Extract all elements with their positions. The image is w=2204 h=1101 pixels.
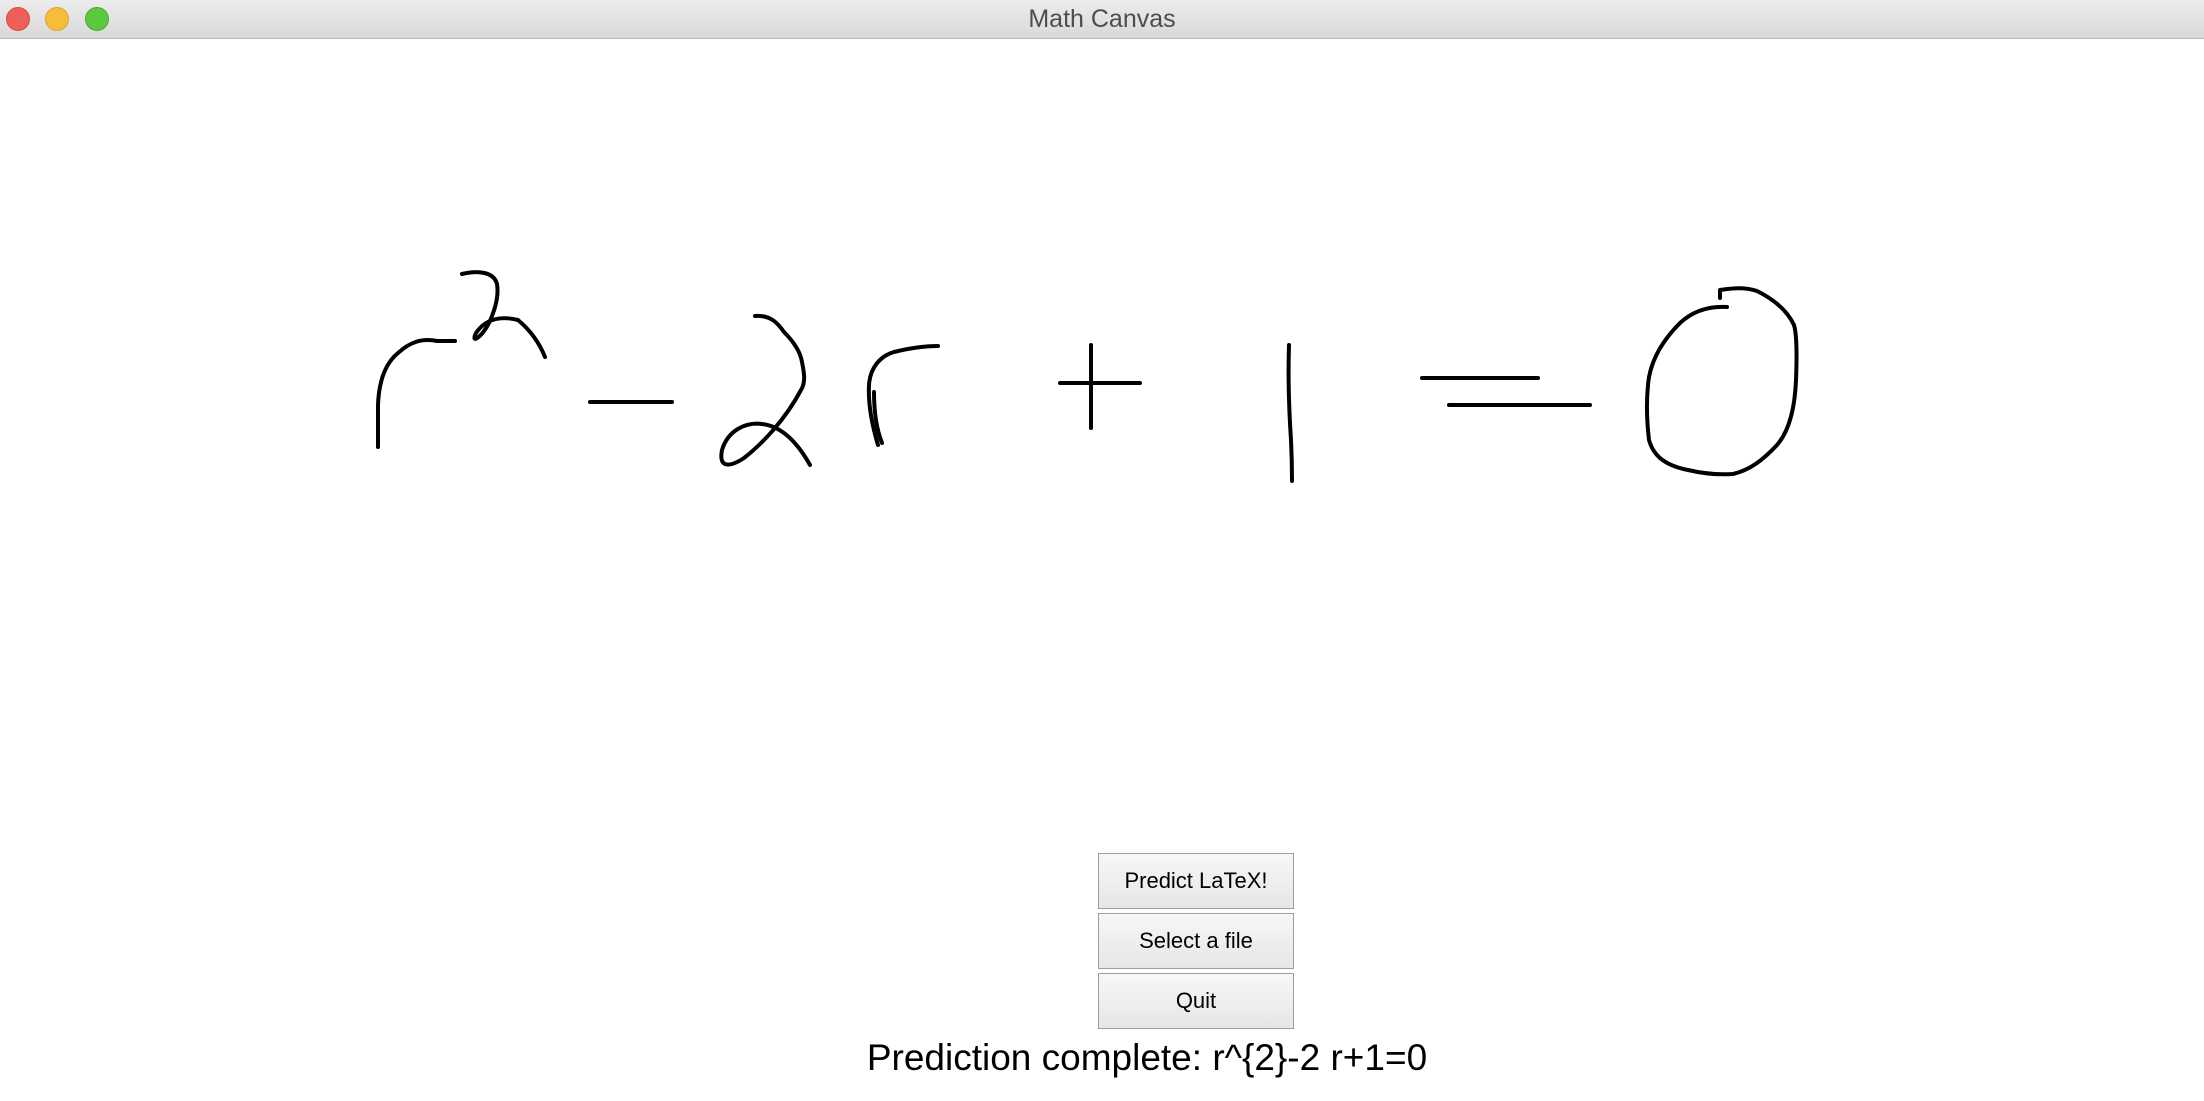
stroke-zero <box>1644 286 1799 477</box>
handwriting-strokes <box>376 270 1799 483</box>
stroke-r-1 <box>376 338 457 449</box>
stroke-two <box>719 313 812 467</box>
stroke-one <box>1286 343 1294 483</box>
predict-latex-button[interactable]: Predict LaTeX! <box>1098 853 1294 909</box>
window-title: Math Canvas <box>1028 5 1176 33</box>
stroke-superscript-2 <box>460 270 547 359</box>
app-window: Math Canvas Predict LaTeX! Select a file… <box>0 0 2204 1101</box>
title-bar[interactable]: Math Canvas <box>0 0 2204 39</box>
prediction-status: Prediction complete: r^{2}-2 r+1=0 <box>866 1037 1428 1078</box>
drawing-canvas[interactable] <box>0 39 2204 839</box>
quit-button[interactable]: Quit <box>1098 973 1294 1029</box>
select-file-button[interactable]: Select a file <box>1098 913 1294 969</box>
